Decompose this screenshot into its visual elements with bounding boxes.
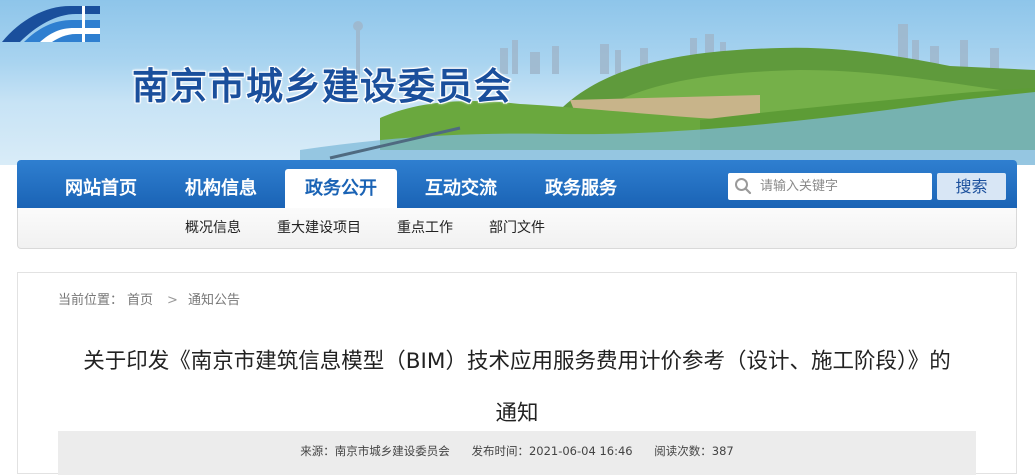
breadcrumb-home-link[interactable]: 首页 xyxy=(127,293,153,308)
subnav-item-key-work[interactable]: 重点工作 xyxy=(397,208,453,249)
article-title-line-1: 关于印发《南京市建筑信息模型（BIM）技术应用服务费用计价参考（设计、施工阶段）… xyxy=(83,349,951,374)
article-publish-time: 发布时间：2021-06-04 16:46 xyxy=(471,444,633,458)
nav-item-services[interactable]: 政务服务 xyxy=(525,160,637,208)
breadcrumb-current-link[interactable]: 通知公告 xyxy=(188,293,240,308)
breadcrumb-prefix: 当前位置： xyxy=(58,293,124,308)
nav-item-home[interactable]: 网站首页 xyxy=(45,160,157,208)
search-icon xyxy=(735,178,752,195)
search-input[interactable] xyxy=(760,173,926,200)
article-panel: 当前位置： 首页 > 通知公告 关于印发《南京市建筑信息模型（BIM）技术应用服务费用… xyxy=(17,272,1017,475)
nav-item-organization[interactable]: 机构信息 xyxy=(165,160,277,208)
breadcrumb: 当前位置： 首页 > 通知公告 xyxy=(58,289,244,308)
site-logo xyxy=(2,6,100,42)
nav-item-government-affairs[interactable]: 政务公开 xyxy=(285,169,397,208)
sub-nav: 概况信息 重大建设项目 重点工作 部门文件 xyxy=(17,208,1017,249)
search-box xyxy=(728,173,932,200)
article-title: 关于印发《南京市建筑信息模型（BIM）技术应用服务费用计价参考（设计、施工阶段）… xyxy=(18,336,1016,440)
subnav-item-department-docs[interactable]: 部门文件 xyxy=(489,208,545,249)
article-view-count: 阅读次数：387 xyxy=(654,444,734,458)
article-source: 来源：南京市城乡建设委员会 xyxy=(300,444,450,458)
subnav-item-overview[interactable]: 概况信息 xyxy=(185,208,241,249)
main-nav: 网站首页 机构信息 政务公开 互动交流 政务服务 搜索 xyxy=(17,160,1017,208)
header-banner: 南京市城乡建设委员会 xyxy=(0,0,1035,165)
search-button[interactable]: 搜索 xyxy=(937,173,1006,200)
article-meta-bar: 来源：南京市城乡建设委员会 发布时间：2021-06-04 16:46 阅读次数… xyxy=(58,431,976,475)
subnav-item-major-projects[interactable]: 重大建设项目 xyxy=(277,208,361,249)
breadcrumb-separator: > xyxy=(167,293,178,308)
site-name: 南京市城乡建设委员会 xyxy=(132,65,512,108)
nav-item-interaction[interactable]: 互动交流 xyxy=(405,160,517,208)
